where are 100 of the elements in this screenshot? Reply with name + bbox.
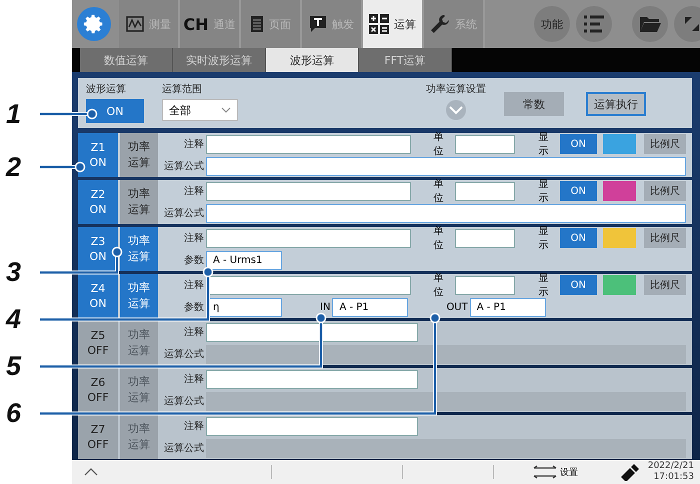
folder-icon bbox=[639, 15, 661, 33]
date-text: 2022/2/21 bbox=[648, 460, 694, 472]
note-field[interactable] bbox=[206, 182, 412, 200]
note-field[interactable] bbox=[206, 228, 412, 248]
sub-tab[interactable]: 波形运算 bbox=[266, 48, 359, 72]
channel-toggle[interactable]: Z1 ON bbox=[78, 133, 118, 177]
channel-toggle[interactable]: Z4 ON bbox=[78, 274, 118, 318]
callout-number: 2 bbox=[6, 152, 22, 182]
display-label: 显示 bbox=[538, 225, 550, 252]
calc-type[interactable]: 功率运算 bbox=[120, 368, 158, 412]
note-label: 注释 bbox=[183, 326, 205, 339]
sub-tab[interactable]: 实时波形运算 bbox=[173, 48, 266, 72]
settings-label: 设置 bbox=[560, 466, 578, 478]
folder-button[interactable] bbox=[632, 6, 668, 42]
parameter-label: 参数 bbox=[183, 300, 205, 314]
function-button[interactable]: 功能 bbox=[534, 6, 570, 42]
channel-toggle[interactable]: Z3 ON bbox=[78, 227, 118, 271]
document-icon bbox=[250, 15, 264, 33]
input-label: IN bbox=[320, 302, 330, 312]
unit-field[interactable] bbox=[454, 134, 515, 154]
formula-field[interactable] bbox=[206, 204, 686, 222]
color-swatch[interactable] bbox=[602, 228, 636, 248]
note-field[interactable] bbox=[206, 370, 418, 388]
unit-field[interactable] bbox=[454, 182, 515, 200]
chevron-up-icon[interactable] bbox=[84, 468, 98, 476]
formula-label: 运算公式 bbox=[163, 394, 205, 408]
range-label: 运算范围 bbox=[162, 82, 203, 96]
calc-type[interactable]: 功率运算 bbox=[120, 321, 158, 365]
unit-label: 单位 bbox=[433, 272, 444, 299]
formula-field[interactable] bbox=[206, 156, 686, 176]
leader-line bbox=[40, 162, 86, 172]
channel-toggle[interactable]: Z7 OFF bbox=[78, 415, 118, 459]
calc-type[interactable]: 功率运算 bbox=[120, 180, 158, 224]
callout-number: 5 bbox=[6, 351, 22, 381]
channel-icon-text: CH bbox=[183, 14, 209, 34]
scale-button[interactable]: 比例尺 bbox=[644, 228, 686, 248]
channel-toggle[interactable]: Z2 ON bbox=[78, 180, 118, 224]
input-field[interactable]: A - P1 bbox=[332, 298, 408, 316]
waveform-toggle[interactable]: ON bbox=[86, 99, 144, 123]
callout-number: 1 bbox=[6, 99, 22, 129]
display-toggle[interactable]: ON bbox=[560, 134, 597, 154]
list-button[interactable] bbox=[576, 6, 612, 42]
note-label: 注释 bbox=[183, 184, 205, 198]
wrench-icon bbox=[430, 14, 450, 34]
display-toggle[interactable]: ON bbox=[560, 228, 597, 248]
waveform-icon bbox=[126, 16, 144, 32]
note-label: 注释 bbox=[183, 138, 205, 151]
display-toggle[interactable]: ON bbox=[560, 275, 597, 295]
calc-type[interactable]: 功率运算 bbox=[120, 227, 158, 271]
expand-button[interactable] bbox=[674, 6, 700, 42]
trigger-icon bbox=[309, 15, 327, 33]
parameter-field[interactable]: A - Urms1 bbox=[206, 250, 282, 270]
list-icon bbox=[583, 15, 605, 33]
display-toggle[interactable]: ON bbox=[560, 181, 597, 201]
note-label: 注释 bbox=[183, 232, 205, 245]
scale-button[interactable]: 比例尺 bbox=[644, 181, 686, 201]
leader-line bbox=[40, 108, 98, 120]
chevron-down-icon[interactable] bbox=[445, 99, 467, 121]
execute-button[interactable]: 运算执行 bbox=[586, 92, 646, 116]
scale-button[interactable]: 比例尺 bbox=[644, 275, 686, 295]
calc-type[interactable]: 功率运算 bbox=[120, 415, 158, 459]
caret-icon bbox=[221, 107, 231, 113]
display-label: 显示 bbox=[538, 131, 550, 158]
formula-label: 运算公式 bbox=[163, 348, 205, 361]
calculator-icon bbox=[369, 14, 389, 34]
callout-number: 4 bbox=[6, 304, 22, 334]
color-swatch[interactable] bbox=[602, 275, 636, 295]
constants-button[interactable]: 常数 bbox=[504, 92, 564, 116]
expand-icon bbox=[683, 15, 700, 33]
channel-toggle[interactable]: Z5 OFF bbox=[78, 321, 118, 365]
callout-number: 3 bbox=[6, 257, 22, 287]
output-field[interactable]: A - P1 bbox=[470, 298, 546, 316]
unit-label: 单位 bbox=[433, 224, 444, 252]
sub-tab[interactable]: 数值运算 bbox=[80, 48, 173, 72]
formula-label: 运算公式 bbox=[163, 206, 205, 220]
formula-label: 运算公式 bbox=[163, 442, 205, 455]
display-label: 显示 bbox=[538, 178, 550, 205]
unit-field[interactable] bbox=[454, 276, 515, 294]
settings-icon bbox=[83, 13, 105, 35]
sub-tab[interactable]: FFT运算 bbox=[359, 48, 452, 72]
power-settings-label: 功率运算设置 bbox=[426, 82, 486, 96]
note-field[interactable] bbox=[206, 134, 412, 154]
calc-type[interactable]: 功率运算 bbox=[120, 133, 158, 177]
note-label: 注释 bbox=[183, 372, 205, 386]
menu-tab[interactable]: 运算 bbox=[363, 0, 424, 48]
scale-button[interactable]: 比例尺 bbox=[644, 134, 686, 154]
calc-type[interactable]: 功率运算 bbox=[120, 274, 158, 318]
unit-label: 单位 bbox=[433, 130, 444, 158]
color-swatch[interactable] bbox=[602, 181, 636, 201]
waveform-calc-label: 波形运算 bbox=[86, 82, 127, 96]
unit-field[interactable] bbox=[454, 228, 515, 248]
range-dropdown[interactable]: 全部 bbox=[162, 99, 238, 121]
unit-label: 单位 bbox=[433, 178, 444, 205]
note-field[interactable] bbox=[206, 322, 418, 342]
settings-button[interactable] bbox=[77, 7, 111, 41]
note-label: 注释 bbox=[183, 278, 205, 292]
callout-number: 6 bbox=[6, 398, 22, 428]
note-field[interactable] bbox=[206, 416, 418, 436]
channel-toggle[interactable]: Z6 OFF bbox=[78, 368, 118, 412]
color-swatch[interactable] bbox=[602, 134, 636, 154]
